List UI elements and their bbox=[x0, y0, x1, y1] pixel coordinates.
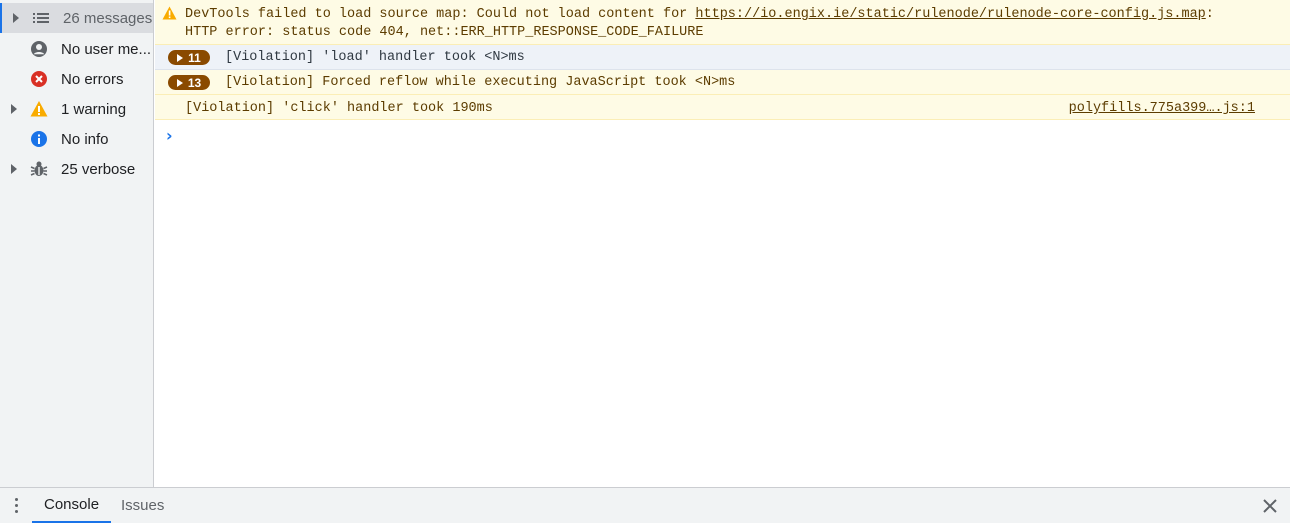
sidebar-item-verbose[interactable]: 25 verbose bbox=[0, 154, 153, 184]
sidebar-item-label: 26 messages bbox=[63, 9, 153, 27]
message-text-part: : bbox=[1205, 7, 1214, 22]
console-message-violation-reflow[interactable]: 13 [Violation] Forced reflow while execu… bbox=[155, 70, 1290, 95]
expand-arrow-icon[interactable] bbox=[11, 104, 17, 114]
more-options-icon[interactable] bbox=[14, 498, 20, 514]
message-text-line2: HTTP error: status code 404, net::ERR_HT… bbox=[185, 25, 704, 40]
sidebar-item-label: No user me... bbox=[61, 40, 152, 58]
warning-icon bbox=[162, 6, 177, 20]
tab-issues[interactable]: Issues bbox=[110, 488, 175, 523]
user-icon bbox=[31, 41, 47, 57]
message-text: [Violation] 'load' handler took <N>ms bbox=[225, 50, 525, 65]
warning-icon bbox=[30, 101, 48, 117]
drawer-tab-bar: Console Issues bbox=[0, 487, 1290, 523]
info-icon bbox=[31, 131, 47, 147]
console-sidebar: 26 messages No user me... No errors 1 wa… bbox=[0, 0, 154, 487]
console-message-warning[interactable]: DevTools failed to load source map: Coul… bbox=[155, 0, 1290, 45]
repeat-count: 11 bbox=[188, 50, 201, 65]
sidebar-item-messages[interactable]: 26 messages bbox=[0, 3, 153, 33]
sidebar-item-label: No info bbox=[61, 130, 109, 148]
message-text: [Violation] 'click' handler took 190ms bbox=[185, 101, 493, 116]
console-message-violation-load[interactable]: 11 [Violation] 'load' handler took <N>ms bbox=[155, 45, 1290, 70]
error-icon bbox=[31, 71, 47, 87]
sidebar-item-warnings[interactable]: 1 warning bbox=[0, 94, 153, 124]
tab-console[interactable]: Console bbox=[32, 488, 112, 523]
close-drawer-icon[interactable] bbox=[1262, 498, 1278, 514]
console-prompt-icon[interactable]: › bbox=[166, 126, 173, 145]
sidebar-item-info[interactable]: No info bbox=[0, 124, 153, 154]
console-message-violation-click[interactable]: [Violation] 'click' handler took 190ms p… bbox=[155, 95, 1290, 120]
sidebar-item-label: 1 warning bbox=[61, 100, 127, 118]
source-location-link[interactable]: polyfills.775a399….js:1 bbox=[1069, 99, 1255, 118]
sidebar-item-label: 25 verbose bbox=[61, 160, 136, 178]
sidebar-item-label: No errors bbox=[61, 70, 124, 88]
sidebar-item-errors[interactable]: No errors bbox=[0, 64, 153, 94]
message-text: [Violation] Forced reflow while executin… bbox=[225, 75, 736, 90]
bug-icon bbox=[30, 161, 48, 176]
expand-triangle-icon bbox=[176, 78, 183, 87]
console-output: DevTools failed to load source map: Coul… bbox=[155, 0, 1290, 487]
list-icon bbox=[33, 13, 49, 23]
repeat-count: 13 bbox=[187, 75, 202, 90]
tab-label: Issues bbox=[121, 497, 165, 514]
tab-label: Console bbox=[44, 496, 100, 513]
message-text: DevTools failed to load source map: Coul… bbox=[185, 5, 1214, 24]
sidebar-item-user-messages[interactable]: No user me... bbox=[0, 34, 153, 64]
expand-arrow-icon[interactable] bbox=[13, 13, 19, 23]
expand-arrow-icon[interactable] bbox=[11, 164, 17, 174]
repeat-count-badge[interactable]: 13 bbox=[168, 75, 210, 90]
message-text-part: DevTools failed to load source map: Coul… bbox=[185, 7, 696, 22]
source-map-link[interactable]: https://io.engix.ie/static/rulenode/rule… bbox=[695, 7, 1205, 22]
repeat-count-badge[interactable]: 11 bbox=[168, 50, 210, 65]
expand-triangle-icon bbox=[177, 53, 184, 62]
